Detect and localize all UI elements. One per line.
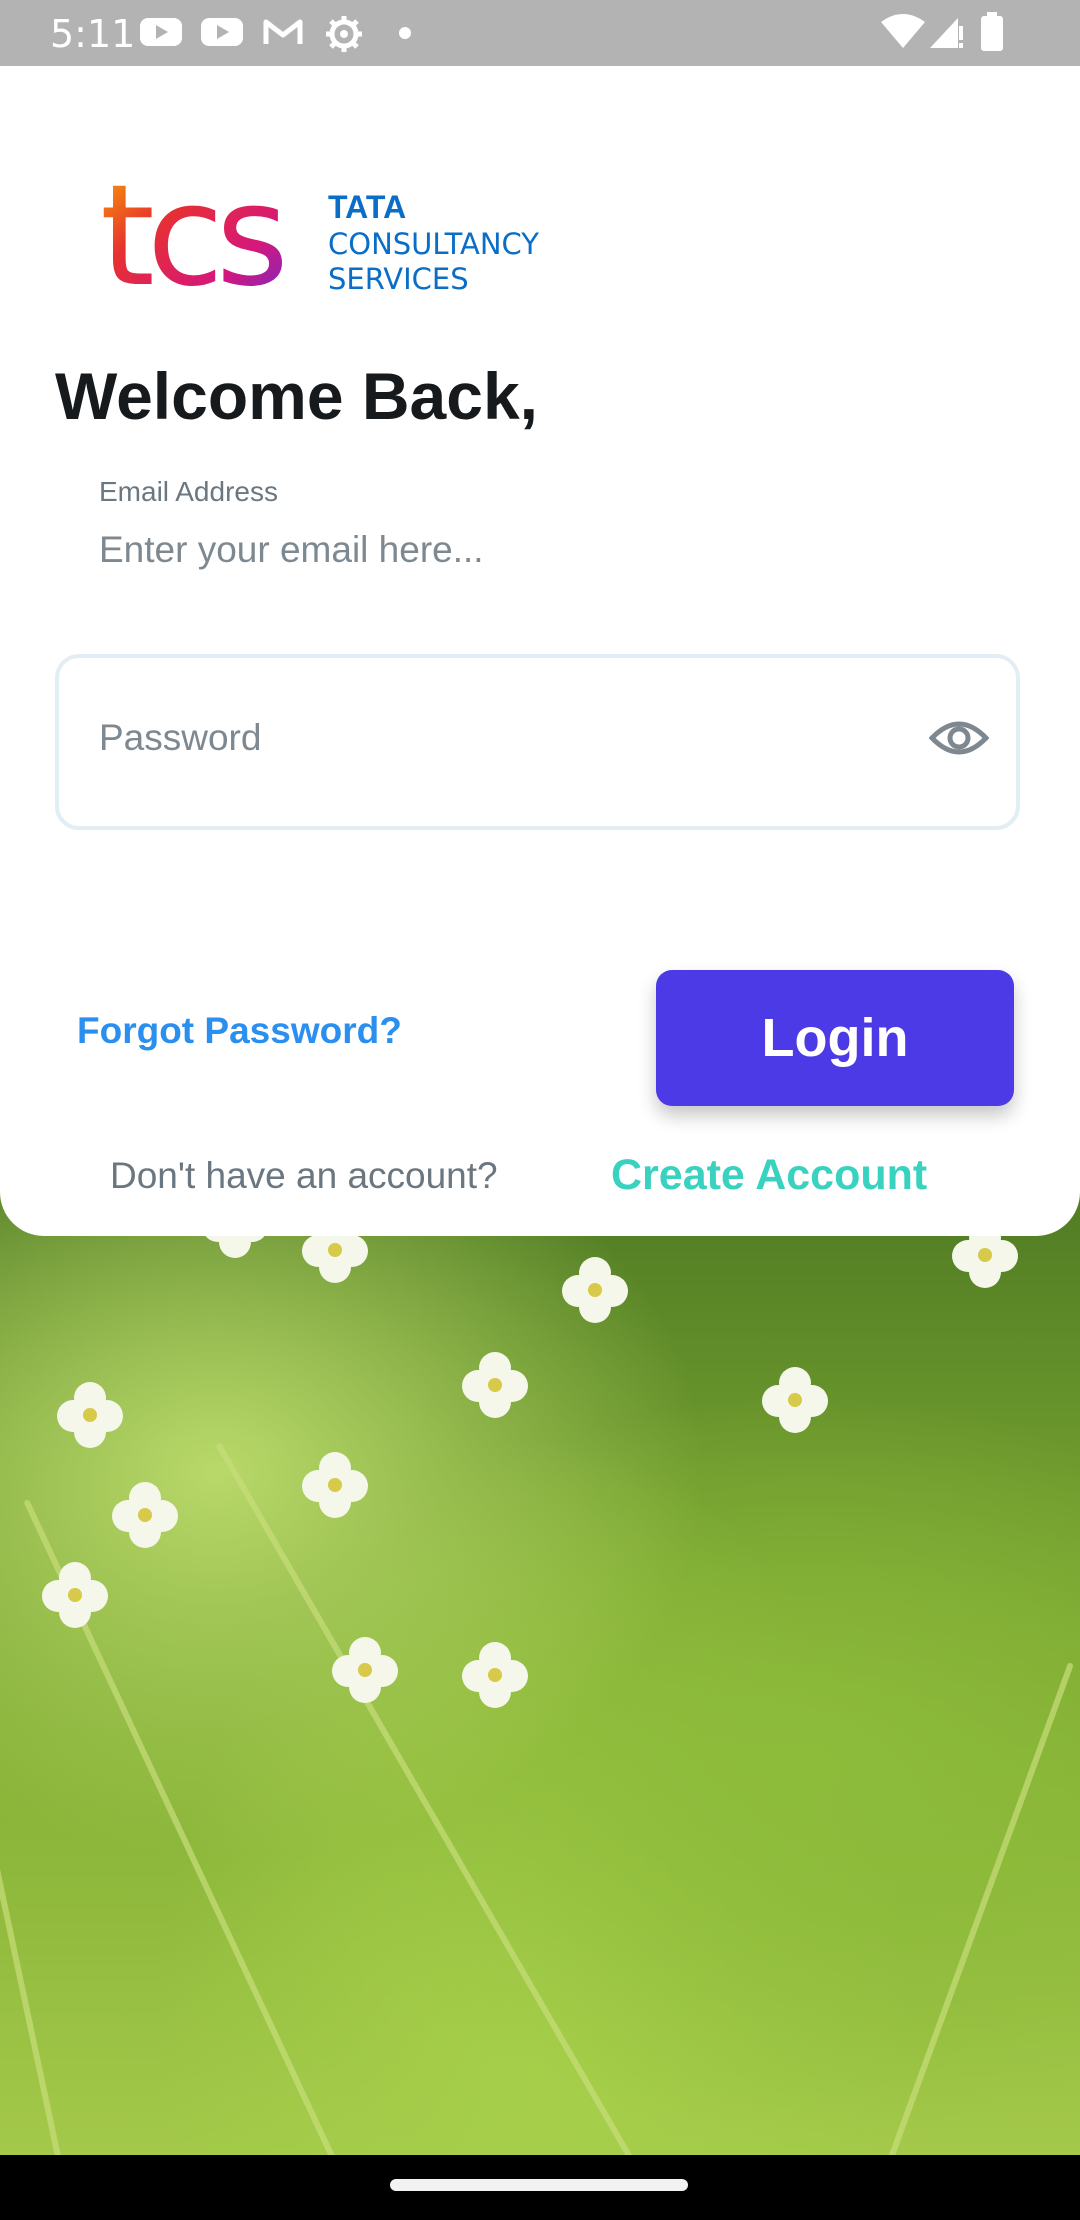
forgot-password-link[interactable]: Forgot Password? bbox=[77, 1010, 402, 1052]
tcs-logo: tcs TATA CONSULTANCY SERVICES bbox=[100, 166, 539, 306]
settings-icon bbox=[326, 16, 362, 52]
gmail-icon bbox=[263, 19, 303, 44]
welcome-heading: Welcome Back, bbox=[55, 359, 539, 433]
navigation-bar bbox=[0, 2155, 1080, 2220]
status-time: 5:11 bbox=[50, 12, 136, 56]
logo-line1: TATA bbox=[328, 189, 406, 225]
create-account-link[interactable]: Create Account bbox=[611, 1151, 927, 1200]
youtube-icon bbox=[140, 18, 182, 46]
logo-mark: tcs bbox=[100, 166, 283, 306]
logo-line3: SERVICES bbox=[328, 262, 469, 296]
flower-background-image bbox=[0, 1180, 1080, 2155]
signal-icon bbox=[930, 18, 963, 48]
youtube-icon bbox=[201, 18, 243, 46]
email-label: Email Address bbox=[99, 476, 278, 507]
home-gesture-handle[interactable] bbox=[390, 2179, 688, 2191]
password-field[interactable] bbox=[99, 698, 879, 778]
email-field[interactable] bbox=[60, 505, 1059, 595]
login-button[interactable]: Login bbox=[656, 970, 1014, 1106]
dot-icon bbox=[399, 27, 411, 39]
status-bar: 5:11 bbox=[0, 0, 1080, 66]
battery-icon bbox=[981, 12, 1003, 51]
no-account-text: Don't have an account? bbox=[110, 1155, 498, 1196]
eye-icon[interactable] bbox=[929, 716, 989, 760]
password-field-container bbox=[55, 654, 1020, 830]
logo-line2: CONSULTANCY bbox=[328, 227, 539, 261]
wifi-icon bbox=[881, 14, 925, 48]
